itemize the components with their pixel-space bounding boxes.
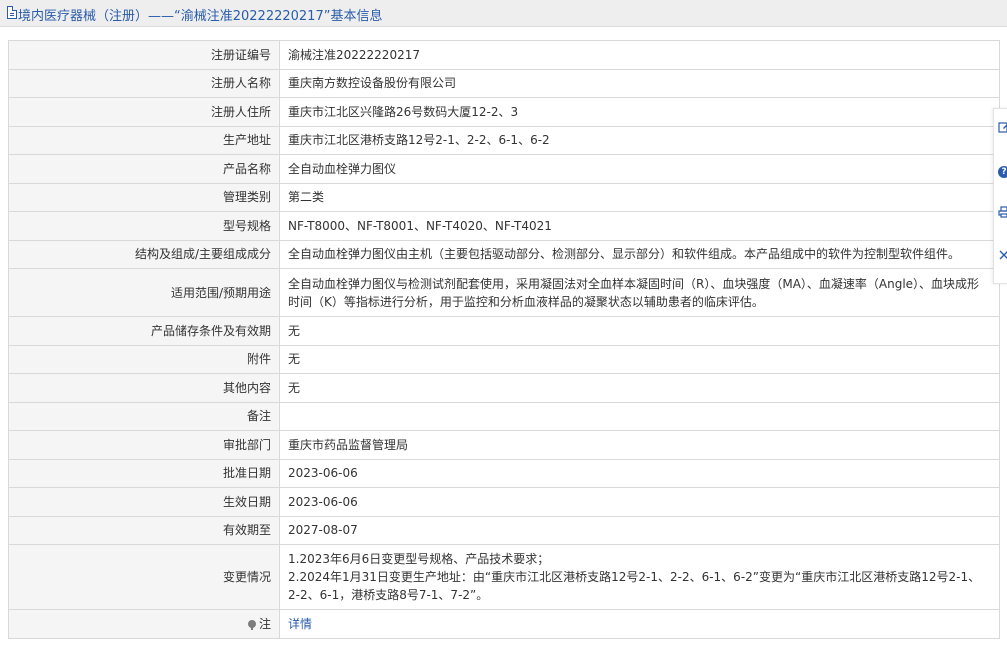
note-value: 详情 <box>279 609 1000 639</box>
bulb-icon <box>247 619 256 630</box>
page-header: 境内医疗器械（注册）——“渝械注准20222220217”基本信息 <box>0 0 1007 27</box>
table-row: 有效期至 2027-08-07 <box>8 515 1000 545</box>
document-icon <box>7 6 17 19</box>
row-label: 其他内容 <box>8 373 280 403</box>
row-value: 全自动血栓弹力图仪 <box>279 154 1000 184</box>
row-label: 审批部门 <box>8 430 280 460</box>
row-value: 2023-06-06 <box>279 458 1000 488</box>
table-row: 生效日期 2023-06-06 <box>8 487 1000 517</box>
row-label: 型号规格 <box>8 211 280 241</box>
table-row: 注册证编号 渝械注准20222220217 <box>8 40 1000 70</box>
row-label: 适用范围/预期用途 <box>8 268 280 317</box>
row-value: 重庆市药品监督管理局 <box>279 430 1000 460</box>
row-label: 生效日期 <box>8 487 280 517</box>
row-value: 无 <box>279 344 1000 374</box>
details-link[interactable]: 详情 <box>288 617 312 631</box>
row-value: 全自动血栓弹力图仪与检测试剂配套使用，采用凝固法对全血样本凝固时间（R）、血块强… <box>279 268 1000 317</box>
row-value: 2023-06-06 <box>279 487 1000 517</box>
side-toolbar: ? <box>993 108 1007 284</box>
table-row: 结构及组成/主要组成成分 全自动血栓弹力图仪由主机（主要包括驱动部分、检测部分、… <box>8 239 1000 269</box>
table-row: 管理类别 第二类 <box>8 182 1000 212</box>
row-value: 无 <box>279 316 1000 346</box>
table-row: 附件 无 <box>8 344 1000 374</box>
row-label: 注册证编号 <box>8 40 280 70</box>
help-icon[interactable]: ? <box>998 164 1007 178</box>
table-row: 变更情况 1.2023年6月6日变更型号规格、产品技术要求； 2.2024年1月… <box>8 544 1000 610</box>
row-value: 全自动血栓弹力图仪由主机（主要包括驱动部分、检测部分、显示部分）和软件组成。本产… <box>279 239 1000 269</box>
print-icon[interactable] <box>998 206 1007 220</box>
change-label: 变更情况 <box>8 544 280 610</box>
table-row: 生产地址 重庆市江北区港桥支路12号2-1、2-2、6-1、6-2 <box>8 125 1000 155</box>
table-row: 适用范围/预期用途 全自动血栓弹力图仪与检测试剂配套使用，采用凝固法对全血样本凝… <box>8 268 1000 317</box>
edit-icon[interactable] <box>998 121 1007 135</box>
row-value: 第二类 <box>279 182 1000 212</box>
table-row: 注册人名称 重庆南方数控设备股份有限公司 <box>8 68 1000 98</box>
table-row: 注 详情 <box>8 609 1000 639</box>
row-value: 重庆市江北区港桥支路12号2-1、2-2、6-1、6-2 <box>279 125 1000 155</box>
table-row: 产品名称 全自动血栓弹力图仪 <box>8 154 1000 184</box>
row-value <box>279 401 1000 431</box>
row-label: 结构及组成/主要组成成分 <box>8 239 280 269</box>
table-row: 批准日期 2023-06-06 <box>8 458 1000 488</box>
row-value: 重庆南方数控设备股份有限公司 <box>279 68 1000 98</box>
table-row: 备注 <box>8 401 1000 431</box>
row-label: 注册人住所 <box>8 97 280 127</box>
change-line: 1.2023年6月6日变更型号规格、产品技术要求； <box>288 552 550 566</box>
row-label: 产品储存条件及有效期 <box>8 316 280 346</box>
table-row: 其他内容 无 <box>8 373 1000 403</box>
close-icon[interactable] <box>998 249 1007 263</box>
note-label-cell: 注 <box>8 609 280 639</box>
table-row: 产品储存条件及有效期 无 <box>8 316 1000 346</box>
row-label: 管理类别 <box>8 182 280 212</box>
row-value: 渝械注准20222220217 <box>279 40 1000 70</box>
info-table: 注册证编号 渝械注准20222220217 注册人名称 重庆南方数控设备股份有限… <box>8 40 1000 639</box>
table-row: 型号规格 NF-T8000、NF-T8001、NF-T4020、NF-T4021 <box>8 211 1000 241</box>
change-line: 2.2024年1月31日变更生产地址：由“重庆市江北区港桥支路12号2-1、2-… <box>288 570 981 602</box>
page-title: 境内医疗器械（注册）——“渝械注准20222220217”基本信息 <box>18 9 383 24</box>
row-label: 产品名称 <box>8 154 280 184</box>
row-label: 备注 <box>8 401 280 431</box>
row-value: 重庆市江北区兴隆路26号数码大厦12-2、3 <box>279 97 1000 127</box>
row-label: 注册人名称 <box>8 68 280 98</box>
row-label: 有效期至 <box>8 515 280 545</box>
table-row: 注册人住所 重庆市江北区兴隆路26号数码大厦12-2、3 <box>8 97 1000 127</box>
row-value: NF-T8000、NF-T8001、NF-T4020、NF-T4021 <box>279 211 1000 241</box>
row-label: 批准日期 <box>8 458 280 488</box>
change-value: 1.2023年6月6日变更型号规格、产品技术要求； 2.2024年1月31日变更… <box>279 544 1000 610</box>
row-label: 生产地址 <box>8 125 280 155</box>
row-value: 无 <box>279 373 1000 403</box>
note-label: 注 <box>258 616 271 631</box>
row-value: 2027-08-07 <box>279 515 1000 545</box>
row-label: 附件 <box>8 344 280 374</box>
table-row: 审批部门 重庆市药品监督管理局 <box>8 430 1000 460</box>
